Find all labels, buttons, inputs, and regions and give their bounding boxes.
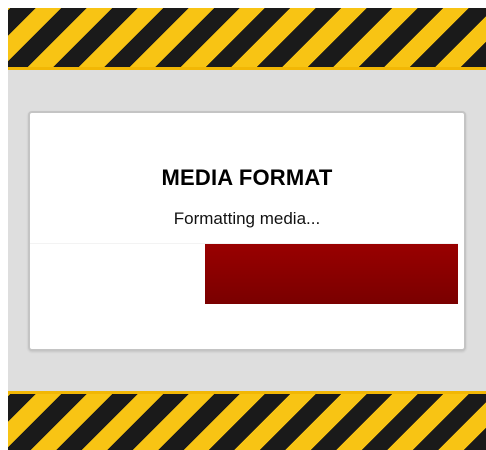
format-progress-bar [30,243,458,304]
hazard-stripe-top [8,8,486,70]
format-dialog: MEDIA FORMAT Formatting media... [28,111,466,351]
dialog-message: Formatting media... [173,209,321,228]
progress-fill [205,244,458,304]
hazard-stripe-bottom [8,391,486,450]
app-screen: MEDIA FORMAT Formatting media... [8,8,486,450]
dialog-title: MEDIA FORMAT [161,165,333,190]
